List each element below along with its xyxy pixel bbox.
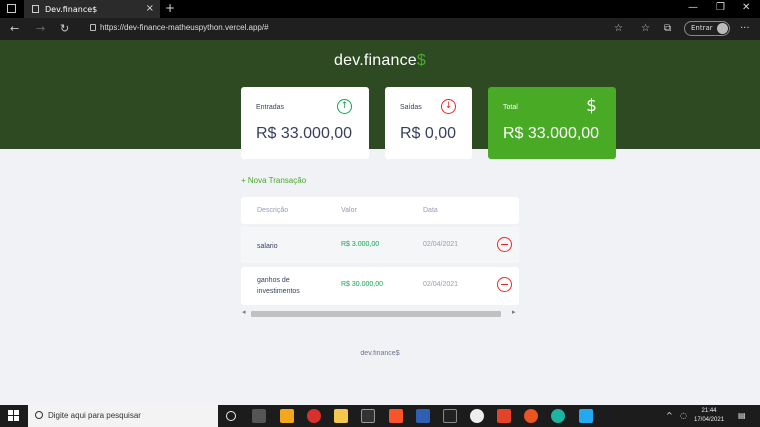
git-icon[interactable] <box>497 409 511 423</box>
table-row: ganhos de investimentos R$ 30.000,00 02/… <box>241 267 519 305</box>
remove-transaction-icon[interactable] <box>497 237 512 252</box>
app-logo: dev.finance$ <box>0 52 760 70</box>
row-description: ganhos de investimentos <box>257 277 300 295</box>
powershell-icon[interactable] <box>416 409 430 423</box>
vscode-icon[interactable] <box>579 409 593 423</box>
total-label: Total <box>503 104 518 111</box>
sublime-icon[interactable] <box>280 409 294 423</box>
search-icon <box>35 411 43 419</box>
terminal-icon[interactable] <box>361 409 375 423</box>
brave-icon[interactable] <box>389 409 403 423</box>
more-icon[interactable]: ··· <box>740 23 750 34</box>
tab-close-icon[interactable]: × <box>146 3 154 14</box>
expense-card: Saídas ↓ R$ 0,00 <box>385 87 472 159</box>
total-card: Total $ R$ 33.000,00 <box>488 87 616 159</box>
browser-tab-bar: Dev.finance$ × + — ❐ ✕ <box>0 0 760 18</box>
clock-date: 17/04/2021 <box>694 417 725 423</box>
logo-text: dev.finance <box>334 52 417 69</box>
task-view-icon[interactable] <box>252 409 266 423</box>
page-icon <box>32 5 39 13</box>
lock-icon[interactable] <box>90 24 96 31</box>
network-icon[interactable]: ◌ <box>680 411 687 420</box>
scroll-left-icon[interactable]: ◂ <box>242 308 246 316</box>
url-field[interactable]: https://dev-finance-matheuspython.vercel… <box>100 23 269 32</box>
scrollbar-thumb[interactable] <box>251 311 501 317</box>
favorites-icon[interactable]: ☆ <box>641 23 650 34</box>
row-date: 02/04/2021 <box>423 281 459 288</box>
income-value: R$ 33.000,00 <box>256 125 353 142</box>
expense-value: R$ 0,00 <box>400 125 457 142</box>
expense-arrow-down-icon: ↓ <box>441 99 456 114</box>
clock-time: 21:44 <box>701 408 717 414</box>
chrome-icon[interactable] <box>470 409 484 423</box>
close-window-button[interactable]: ✕ <box>742 2 750 13</box>
reload-icon[interactable]: ↻ <box>60 22 69 35</box>
back-icon[interactable]: ← <box>10 22 19 35</box>
header-date: Data <box>423 207 438 214</box>
total-value: R$ 33.000,00 <box>503 125 600 142</box>
horizontal-scrollbar[interactable]: ◂ ▸ <box>241 308 519 318</box>
income-arrow-up-icon: ↑ <box>337 99 352 114</box>
opera-icon[interactable] <box>307 409 321 423</box>
new-transaction-link[interactable]: + Nova Transação <box>241 176 306 185</box>
income-card: Entradas ↑ R$ 33.000,00 <box>241 87 369 159</box>
add-favorite-icon[interactable]: ☆ <box>614 23 623 34</box>
collections-icon[interactable]: ⧉ <box>664 23 671 34</box>
new-tab-button[interactable]: + <box>165 1 175 15</box>
forward-icon[interactable]: → <box>36 22 45 35</box>
row-description: salario <box>257 243 278 250</box>
row-amount: R$ 3.000,00 <box>341 241 380 248</box>
cmd-icon[interactable] <box>443 409 457 423</box>
scroll-right-icon[interactable]: ▸ <box>512 308 516 316</box>
avatar <box>717 23 728 34</box>
minimize-button[interactable]: — <box>688 2 698 13</box>
browser-tab[interactable]: Dev.finance$ × <box>24 0 160 18</box>
ubuntu-icon[interactable] <box>524 409 538 423</box>
file-explorer-icon[interactable] <box>334 409 348 423</box>
dollar-icon: $ <box>586 96 597 116</box>
search-placeholder: Digite aqui para pesquisar <box>48 411 141 420</box>
tray-chevron-icon[interactable]: ^ <box>666 411 673 420</box>
tab-title: Dev.finance$ <box>45 4 98 14</box>
signin-button[interactable]: Entrar <box>684 21 730 36</box>
notifications-icon[interactable]: ▤ <box>738 411 746 420</box>
row-amount: R$ 30.000,00 <box>341 281 384 288</box>
logo-dollar: $ <box>416 52 426 69</box>
header-amount: Valor <box>341 207 357 214</box>
remove-transaction-icon[interactable] <box>497 277 512 292</box>
income-label: Entradas <box>256 104 285 111</box>
cortana-icon[interactable] <box>226 411 236 421</box>
signin-label: Entrar <box>691 24 713 32</box>
table-header: Descrição Valor Data <box>241 197 519 224</box>
expense-label: Saídas <box>400 104 422 111</box>
windows-start-icon[interactable] <box>8 410 19 421</box>
window-menu-icon[interactable] <box>7 4 16 13</box>
taskbar: Digite aqui para pesquisar ^ ◌ 21:44 17/… <box>0 405 760 427</box>
row-date: 02/04/2021 <box>423 241 459 248</box>
edge-icon[interactable] <box>551 409 565 423</box>
header-description: Descrição <box>257 207 289 214</box>
restore-button[interactable]: ❐ <box>716 2 725 13</box>
taskbar-search[interactable]: Digite aqui para pesquisar <box>28 405 218 427</box>
address-bar: ← → ↻ https://dev-finance-matheuspython.… <box>0 18 760 40</box>
page-footer: dev.finance$ <box>360 350 400 357</box>
table-row: salario R$ 3.000,00 02/04/2021 <box>241 227 519 263</box>
taskbar-clock[interactable]: 21:44 17/04/2021 <box>694 407 724 425</box>
